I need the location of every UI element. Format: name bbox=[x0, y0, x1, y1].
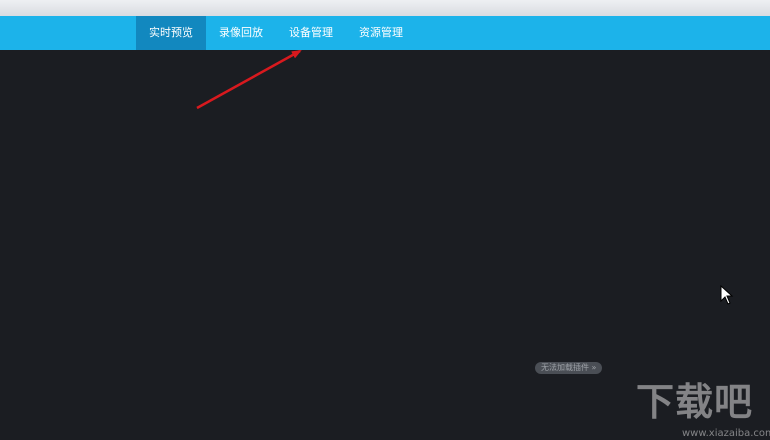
mouse-cursor-icon bbox=[720, 285, 734, 305]
top-navbar: 实时预览 录像回放 设备管理 资源管理 bbox=[0, 16, 770, 50]
watermark-logo: 下载吧 bbox=[636, 380, 754, 424]
app-window: 实时预览 录像回放 设备管理 资源管理 无法加载插件 » 下载吧 www.xia… bbox=[0, 0, 770, 440]
watermark: 下载吧 www.xiazaiba.com bbox=[636, 380, 770, 440]
tab-live-preview[interactable]: 实时预览 bbox=[136, 16, 206, 50]
tab-playback[interactable]: 录像回放 bbox=[206, 16, 276, 50]
window-top-strip bbox=[0, 0, 770, 16]
plugin-load-notice[interactable]: 无法加载插件 » bbox=[535, 362, 603, 374]
nav-tabs: 实时预览 录像回放 设备管理 资源管理 bbox=[136, 16, 416, 50]
watermark-url: www.xiazaiba.com bbox=[682, 428, 770, 439]
tab-resource-management[interactable]: 资源管理 bbox=[346, 16, 416, 50]
tab-device-management[interactable]: 设备管理 bbox=[276, 16, 346, 50]
